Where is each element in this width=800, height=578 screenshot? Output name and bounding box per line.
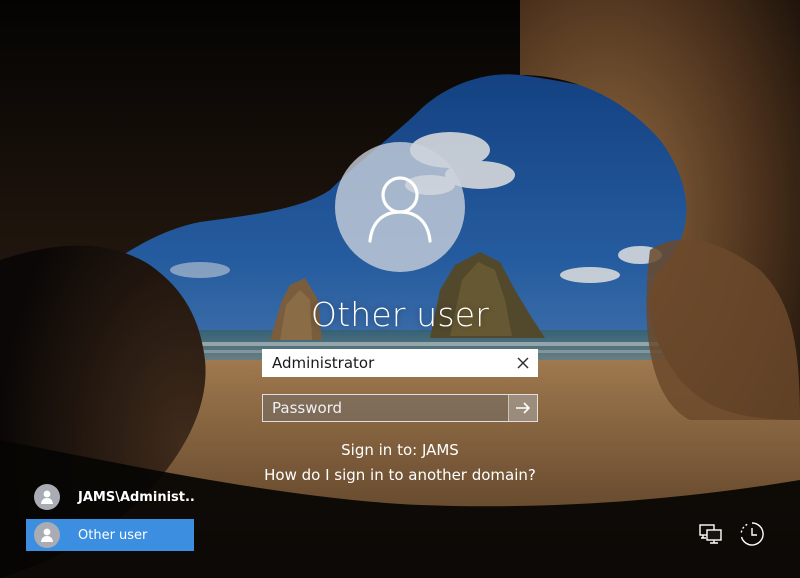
clear-username-button[interactable] bbox=[509, 350, 537, 376]
user-avatar-large bbox=[335, 142, 465, 272]
ease-of-access-icon bbox=[740, 522, 764, 546]
username-field bbox=[262, 349, 538, 377]
lock-screen: Other user Sign in to: JAMS How do I sig… bbox=[0, 0, 800, 578]
password-input[interactable] bbox=[263, 395, 508, 421]
sign-in-submit-button[interactable] bbox=[508, 395, 537, 421]
network-icon bbox=[699, 524, 722, 544]
user-avatar-small bbox=[34, 484, 60, 510]
password-field bbox=[262, 394, 538, 422]
user-tile-jams-administrator[interactable]: JAMS\Administ.. bbox=[26, 481, 195, 513]
arrow-right-icon bbox=[516, 402, 531, 414]
user-icon bbox=[41, 528, 53, 542]
other-domain-help-link[interactable]: How do I sign in to another domain? bbox=[200, 465, 600, 485]
user-tile-label: JAMS\Administ.. bbox=[78, 489, 195, 505]
user-avatar-small bbox=[34, 522, 60, 548]
user-tile-label: Other user bbox=[78, 527, 148, 543]
ease-of-access-button[interactable] bbox=[738, 520, 766, 548]
close-icon bbox=[517, 357, 529, 369]
login-username-title: Other user bbox=[310, 295, 490, 334]
user-icon bbox=[41, 490, 53, 504]
username-input[interactable] bbox=[263, 350, 509, 376]
user-tile-other-user[interactable]: Other user bbox=[26, 519, 194, 551]
network-button[interactable] bbox=[697, 520, 725, 548]
user-icon bbox=[368, 176, 432, 243]
sign-in-domain-text: Sign in to: JAMS bbox=[341, 441, 459, 459]
